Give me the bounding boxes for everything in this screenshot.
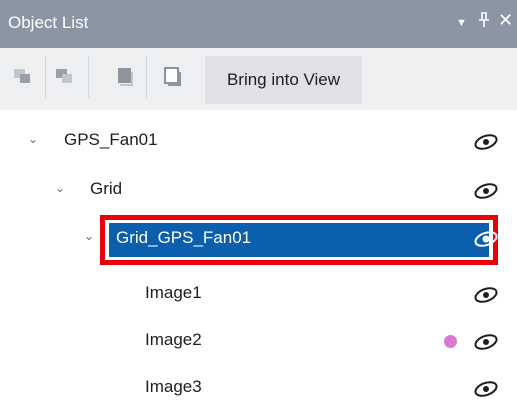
- panel-title: Object List: [8, 13, 89, 32]
- panel-title-bar: Object List ▼ ✕: [0, 0, 517, 48]
- pin-icon[interactable]: [478, 12, 490, 32]
- chevron-down-icon[interactable]: ⌄: [28, 132, 38, 146]
- eye-icon[interactable]: [473, 286, 499, 304]
- chevron-down-icon[interactable]: ⌄: [55, 181, 65, 195]
- object-tree: ⌄ GPS_Fan01 ⌄ Grid ⌄ Grid_GPS_Fan01 Imag…: [0, 110, 517, 403]
- tree-item-label: Image3: [145, 377, 202, 396]
- close-icon[interactable]: ✕: [498, 10, 513, 31]
- toolbar-separator: [88, 56, 89, 98]
- toolbar: Bring into View: [0, 48, 517, 110]
- bring-into-view-button[interactable]: Bring into View: [205, 56, 362, 104]
- object-list-panel: Object List ▼ ✕ Bring into View ⌄ GPS_Fa…: [0, 0, 517, 403]
- eye-icon[interactable]: [473, 182, 499, 200]
- eye-icon[interactable]: [473, 380, 499, 398]
- tree-row-image1[interactable]: Image1: [0, 271, 517, 319]
- chevron-down-icon[interactable]: ▼: [456, 17, 467, 29]
- toolbar-separator: [146, 56, 147, 98]
- chevron-down-icon[interactable]: ⌄: [84, 229, 94, 243]
- bring-to-front-icon[interactable]: [110, 58, 140, 96]
- tree-row-grid-gps-fan01[interactable]: ⌄ Grid_GPS_Fan01: [0, 213, 517, 269]
- tree-item-label: Grid_GPS_Fan01: [116, 228, 252, 247]
- tree-row-image2[interactable]: Image2: [0, 318, 517, 366]
- tree-row-grid[interactable]: ⌄ Grid: [0, 167, 517, 215]
- tree-item-label: Image2: [145, 330, 202, 349]
- send-to-back-icon[interactable]: [158, 58, 188, 96]
- toolbar-separator: [45, 56, 46, 98]
- eye-icon[interactable]: [473, 333, 499, 351]
- send-backward-icon[interactable]: [52, 58, 82, 96]
- eye-icon[interactable]: [473, 230, 499, 248]
- tree-row-image3[interactable]: Image3: [0, 365, 517, 413]
- bring-forward-icon[interactable]: [10, 58, 40, 96]
- tree-row-gps-fan01[interactable]: ⌄ GPS_Fan01: [0, 118, 517, 166]
- tree-item-label: GPS_Fan01: [64, 130, 158, 149]
- eye-icon[interactable]: [473, 133, 499, 151]
- tree-item-label: Image1: [145, 283, 202, 302]
- color-marker: [444, 335, 457, 348]
- tree-item-label: Grid: [90, 179, 123, 198]
